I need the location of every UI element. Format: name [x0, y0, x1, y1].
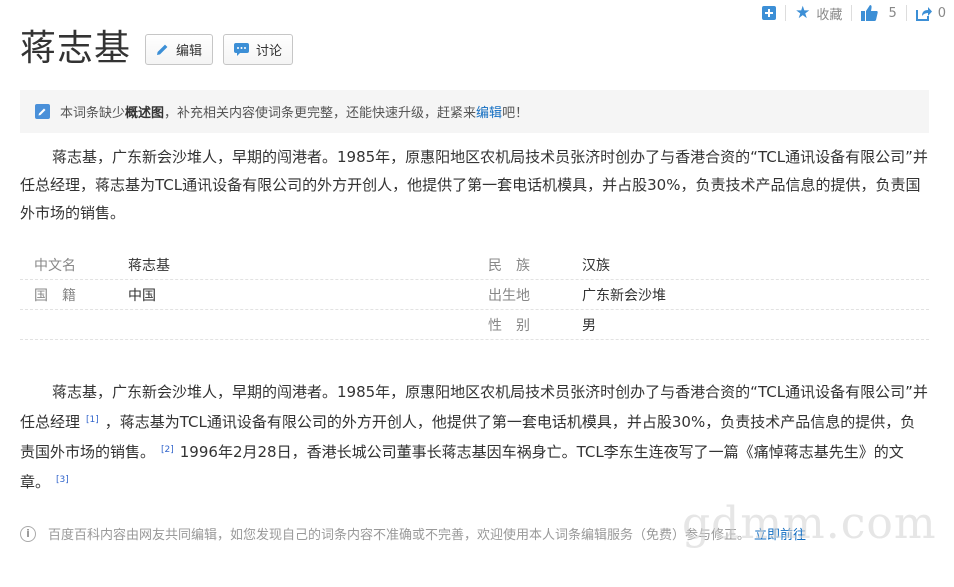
info-item: 性 别 男 — [474, 315, 928, 335]
info-item: 中文名 蒋志基 — [20, 255, 474, 275]
info-value: 广东新会沙堆 — [582, 287, 666, 304]
share-icon — [915, 6, 932, 21]
info-value: 蒋志基 — [128, 257, 170, 274]
toolbar-divider — [785, 5, 787, 21]
discuss-label: 讨论 — [256, 43, 283, 59]
info-item: 出生地 广东新会沙堆 — [474, 285, 928, 305]
star-icon: ★ — [795, 3, 811, 23]
info-name: 国 籍 — [34, 287, 76, 304]
pencil-icon — [156, 43, 169, 56]
like-button[interactable]: 5 — [861, 4, 897, 22]
plus-square-icon — [762, 6, 777, 20]
like-count: 5 — [888, 5, 897, 21]
title-row: 蒋志基 编辑 讨论 — [20, 26, 294, 72]
info-row: 国 籍 中国 出生地 广东新会沙堆 — [20, 280, 929, 310]
info-name: 出生地 — [488, 287, 530, 304]
info-name: 性 别 — [488, 317, 530, 334]
reference-link[interactable]: [2] — [161, 445, 174, 455]
collect-button[interactable]: ★ 收藏 — [795, 3, 843, 23]
body-paragraph: 蒋志基，广东新会沙堆人，早期的闯港者。1985年，原惠阳地区农机局技术员张济时创… — [20, 378, 930, 496]
tip-prefix: 本词条缺少 — [60, 106, 126, 121]
edit-notice: i 百度百科内容由网友共同编辑，如您发现自己的词条内容不准确或不完善，欢迎使用本… — [20, 524, 806, 543]
info-icon: i — [20, 525, 36, 542]
reference-link[interactable]: [1] — [86, 415, 99, 425]
info-name: 中文名 — [34, 257, 76, 274]
info-item: 国 籍 中国 — [20, 285, 474, 305]
chat-bubble-icon — [234, 42, 250, 56]
tip-middle: ，补充相关内容使词条更完整，还能快速升级，赶紧来 — [164, 106, 477, 121]
edit-button[interactable]: 编辑 — [145, 33, 214, 65]
edit-notice-text: 百度百科内容由网友共同编辑，如您发现自己的词条内容不准确或不完善，欢迎使用本人词… — [48, 528, 751, 543]
edit-label: 编辑 — [176, 43, 203, 59]
thumbs-up-icon — [861, 5, 879, 21]
page-title: 蒋志基 — [20, 28, 132, 69]
info-name: 民 族 — [488, 257, 530, 274]
basic-info: 中文名 蒋志基 民 族 汉族 国 籍 中国 出生地 广东新会沙堆 性 别 男 — [20, 250, 929, 340]
info-value: 男 — [582, 317, 596, 334]
collect-label: 收藏 — [816, 7, 843, 23]
share-count: 0 — [937, 5, 946, 21]
tip-edit-link[interactable]: 编辑 — [476, 102, 502, 121]
add-button[interactable] — [762, 4, 777, 22]
info-item: 民 族 汉族 — [474, 255, 928, 275]
info-row: 性 别 男 — [20, 310, 929, 340]
tip-bold: 概述图 — [125, 106, 165, 121]
toolbar-divider — [851, 5, 853, 21]
reference-link[interactable]: [3] — [56, 475, 69, 485]
info-value: 汉族 — [582, 257, 610, 274]
summary-paragraph: 蒋志基，广东新会沙堆人，早期的闯港者。1985年，原惠阳地区农机局技术员张济时创… — [20, 148, 928, 222]
pencil-icon — [35, 104, 50, 119]
top-toolbar: ★ 收藏 5 0 — [762, 3, 946, 23]
tip-suffix: 吧！ — [502, 106, 529, 121]
info-value: 中国 — [128, 287, 156, 304]
discuss-button[interactable]: 讨论 — [223, 33, 294, 65]
share-button[interactable]: 0 — [915, 4, 946, 22]
missing-image-tip: 本词条缺少 概述图 ，补充相关内容使词条更完整，还能快速升级，赶紧来 编辑 吧！ — [20, 90, 929, 133]
go-now-link[interactable]: 立即前往 — [754, 524, 806, 543]
toolbar-divider — [905, 5, 907, 21]
info-row: 中文名 蒋志基 民 族 汉族 — [20, 250, 929, 280]
